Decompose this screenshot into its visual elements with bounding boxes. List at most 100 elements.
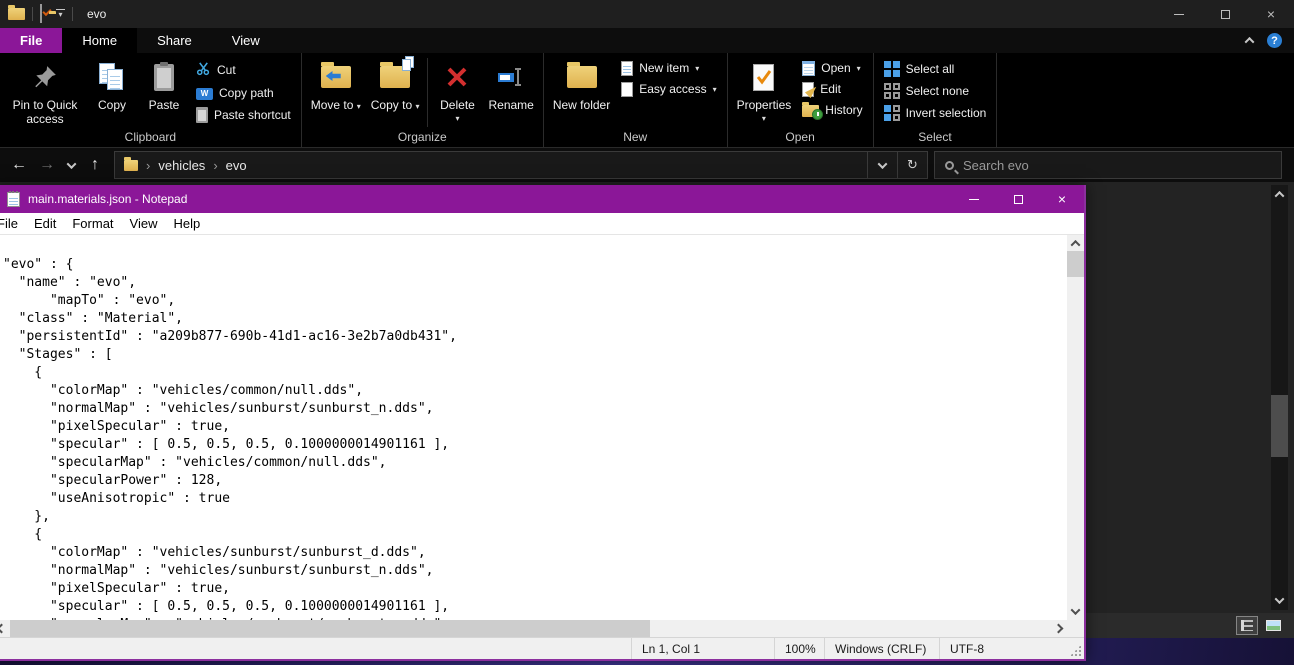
notepad-text-area[interactable]: "evo" : { "name" : "evo", "mapTo" : "evo… [0, 235, 1067, 620]
ribbon: Pin to Quick access Copy Paste Cut W Cop… [0, 53, 1294, 148]
explorer-vertical-scrollbar[interactable] [1271, 185, 1288, 610]
copy-button[interactable]: Copy [86, 56, 138, 114]
address-bar[interactable]: › vehicles › evo ↻ [114, 151, 928, 179]
thumbnail-view-button[interactable] [1262, 616, 1284, 635]
scrollbar-thumb[interactable] [1067, 251, 1084, 277]
scroll-left-icon[interactable] [0, 623, 7, 634]
address-dropdown-button[interactable] [867, 152, 897, 178]
search-box[interactable] [934, 151, 1282, 179]
cut-icon [196, 61, 211, 80]
divider [72, 7, 73, 21]
group-label-clipboard: Clipboard [124, 130, 177, 144]
forward-button[interactable]: → [34, 152, 60, 178]
open-button[interactable]: Open ▾ [796, 58, 868, 79]
close-icon: × [1057, 191, 1067, 207]
notepad-title: main.materials.json - Notepad [28, 192, 188, 206]
divider [32, 7, 33, 21]
tab-file[interactable]: File [0, 28, 63, 53]
button-label: Open [821, 61, 851, 75]
scroll-down-icon[interactable] [1070, 605, 1081, 616]
clipboard-small-buttons: Cut W Copy path Paste shortcut [190, 56, 297, 126]
new-small-buttons: New item ▾ Easy access ▾ [615, 56, 722, 100]
paste-shortcut-button[interactable]: Paste shortcut [190, 104, 297, 126]
move-to-button[interactable]: Move to ▾ [306, 56, 366, 114]
new-item-button[interactable]: New item ▾ [615, 58, 722, 79]
screen: ▾ evo × File Home Share View ? Pin to Qu… [0, 0, 1294, 665]
chevron-down-icon: ▾ [695, 63, 700, 73]
properties-button[interactable]: Properties ▾ [732, 56, 797, 124]
ribbon-group-open: Properties ▾ Open ▾ Edit History Open [728, 53, 874, 147]
notepad-horizontal-scrollbar[interactable] [0, 620, 1067, 637]
scrollbar-thumb[interactable] [10, 620, 650, 637]
button-label: Copy path [219, 86, 274, 100]
delete-button[interactable]: Delete ▾ [431, 56, 483, 124]
ribbon-group-select: Select all Select none Invert selection … [874, 53, 998, 147]
recent-locations-button[interactable] [62, 152, 80, 178]
button-label: Paste [148, 98, 180, 112]
rename-button[interactable]: Rename [483, 56, 538, 114]
search-input[interactable] [963, 157, 1271, 173]
scrollbar-thumb[interactable] [1271, 395, 1288, 457]
group-label-new: New [623, 130, 648, 144]
scroll-up-icon[interactable] [1070, 239, 1081, 250]
maximize-icon [1220, 9, 1230, 19]
maximize-button[interactable] [1202, 0, 1248, 28]
breadcrumb-item-evo[interactable]: evo [226, 158, 247, 173]
button-label: History [825, 103, 863, 117]
edit-button[interactable]: Edit [796, 79, 868, 100]
back-button[interactable]: ← [6, 152, 32, 178]
new-folder-button[interactable]: New folder [548, 56, 615, 114]
close-button[interactable]: × [1248, 0, 1294, 28]
notepad-close-button[interactable]: × [1040, 185, 1084, 213]
tab-share[interactable]: Share [137, 28, 212, 53]
refresh-button[interactable]: ↻ [897, 152, 927, 178]
details-view-button[interactable] [1236, 616, 1258, 635]
scroll-up-icon[interactable] [1274, 190, 1285, 201]
quick-access-toolbar: ▾ [0, 4, 73, 23]
copy-to-button[interactable]: Copy to ▾ [366, 56, 425, 114]
menu-help[interactable]: Help [165, 216, 208, 231]
paste-icon [154, 60, 174, 94]
window-title: evo [87, 7, 107, 21]
notepad-minimize-button[interactable] [952, 185, 996, 213]
tab-home[interactable]: Home [62, 28, 138, 53]
select-all-button[interactable]: Select all [878, 58, 993, 80]
easy-access-button[interactable]: Easy access ▾ [615, 79, 722, 100]
notepad-titlebar[interactable]: main.materials.json - Notepad × [0, 185, 1084, 213]
cut-button[interactable]: Cut [190, 58, 297, 83]
resize-grip[interactable] [1042, 638, 1084, 659]
explorer-titlebar: ▾ evo × [0, 0, 1294, 28]
pin-to-quick-access-button[interactable]: Pin to Quick access [4, 56, 86, 128]
menu-edit[interactable]: Edit [26, 216, 64, 231]
button-label: Edit [820, 82, 841, 96]
breadcrumb-item-vehicles[interactable]: vehicles [158, 158, 205, 173]
copy-path-icon: W [196, 87, 213, 100]
history-button[interactable]: History [796, 100, 868, 121]
up-button[interactable]: ↑ [82, 152, 108, 178]
notepad-vertical-scrollbar[interactable] [1067, 235, 1084, 620]
menu-view[interactable]: View [122, 216, 166, 231]
button-label: Move to ▾ [310, 98, 361, 112]
collapse-ribbon-button[interactable] [1244, 36, 1255, 47]
qat-customize-button[interactable]: ▾ [56, 9, 65, 19]
notepad-maximize-button[interactable] [996, 185, 1040, 213]
invert-selection-button[interactable]: Invert selection [878, 102, 993, 124]
pin-icon [32, 60, 58, 94]
menu-format[interactable]: Format [64, 216, 121, 231]
tab-view[interactable]: View [212, 28, 280, 53]
copy-icon [99, 60, 125, 94]
select-small-buttons: Select all Select none Invert selection [878, 56, 993, 124]
help-button[interactable]: ? [1267, 33, 1282, 48]
explorer-caption-buttons: × [1156, 0, 1294, 28]
select-none-button[interactable]: Select none [878, 80, 993, 102]
scroll-down-icon[interactable] [1274, 594, 1285, 605]
minimize-button[interactable] [1156, 0, 1202, 28]
open-small-buttons: Open ▾ Edit History [796, 56, 868, 121]
copy-path-button[interactable]: W Copy path [190, 83, 297, 104]
menu-file[interactable]: File [0, 216, 26, 231]
paste-button[interactable]: Paste [138, 56, 190, 114]
properties-icon [40, 4, 42, 23]
qat-properties-button[interactable] [40, 4, 42, 23]
select-all-icon [883, 61, 900, 77]
scroll-right-icon[interactable] [1053, 623, 1064, 634]
